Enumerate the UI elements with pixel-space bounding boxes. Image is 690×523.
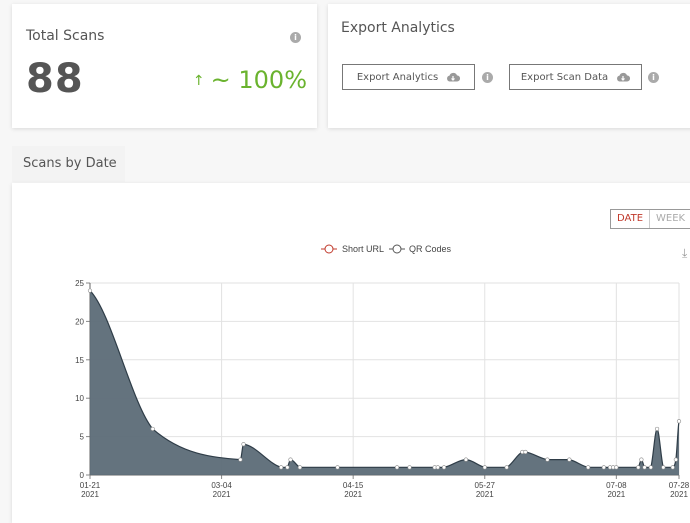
legend-label-short-url: Short URL [342, 244, 384, 254]
data-point[interactable] [441, 465, 447, 470]
data-point[interactable] [654, 426, 660, 432]
data-point[interactable] [504, 465, 509, 470]
x-tick-year-label: 2021 [213, 490, 231, 499]
x-tick-year-label: 2021 [81, 490, 99, 499]
legend-item-short-url[interactable]: Short URL [321, 244, 384, 254]
data-point[interactable] [642, 465, 647, 470]
legend-marker-short-url [324, 244, 334, 254]
data-point[interactable] [673, 457, 678, 462]
x-tick-year-label: 2021 [344, 490, 362, 499]
data-point[interactable] [639, 457, 644, 462]
x-tick-year-label: 2021 [476, 490, 494, 499]
y-tick-label: 20 [75, 317, 84, 326]
data-point[interactable] [601, 465, 606, 470]
x-tick-label: 05-27 [475, 481, 496, 490]
y-tick-label: 15 [75, 356, 84, 365]
data-point[interactable] [394, 465, 400, 470]
data-point[interactable] [567, 457, 572, 462]
qr-codes-line [89, 290, 680, 468]
data-point[interactable] [676, 419, 682, 424]
data-point[interactable] [150, 426, 155, 432]
chart-legend: Short URL QR Codes [321, 244, 452, 254]
data-point[interactable] [648, 465, 653, 470]
x-tick-label: 04-15 [343, 481, 364, 490]
data-point[interactable] [482, 465, 487, 470]
data-point[interactable] [407, 465, 412, 470]
data-point[interactable] [87, 288, 93, 293]
legend-marker-qr-codes [392, 244, 402, 254]
x-tick-year-label: 2021 [670, 490, 688, 499]
data-point[interactable] [463, 457, 469, 462]
legend-label-qr-codes: QR Codes [409, 244, 452, 254]
scans-area-chart: Short URL QR Codes ⤓ 051015202501-212021… [75, 244, 690, 499]
x-tick-year-label: 2021 [607, 490, 625, 499]
x-tick-label: 01-21 [80, 481, 101, 490]
y-tick-label: 0 [80, 471, 85, 480]
data-point[interactable] [335, 465, 340, 470]
y-tick-label: 5 [80, 433, 85, 442]
data-point[interactable] [238, 457, 243, 462]
data-point[interactable] [586, 465, 591, 470]
download-chart-icon[interactable]: ⤓ [682, 246, 688, 260]
data-point[interactable] [435, 465, 440, 470]
data-point[interactable] [523, 449, 528, 455]
data-point[interactable] [670, 465, 675, 470]
data-point[interactable] [288, 457, 293, 462]
legend-item-qr-codes[interactable]: QR Codes [389, 244, 452, 254]
y-tick-label: 10 [75, 394, 84, 403]
data-point[interactable] [241, 442, 246, 447]
data-point[interactable] [279, 465, 284, 470]
qr-codes-area [90, 290, 679, 475]
x-tick-label: 03-04 [211, 481, 232, 490]
x-tick-label: 07-28 [669, 481, 690, 490]
data-point[interactable] [545, 457, 550, 462]
x-tick-label: 07-08 [606, 481, 627, 490]
data-point[interactable] [661, 465, 666, 470]
y-tick-label: 25 [75, 279, 84, 288]
data-point[interactable] [636, 465, 641, 470]
data-point[interactable] [297, 465, 303, 470]
data-point[interactable] [285, 465, 290, 470]
data-point[interactable] [614, 465, 619, 470]
